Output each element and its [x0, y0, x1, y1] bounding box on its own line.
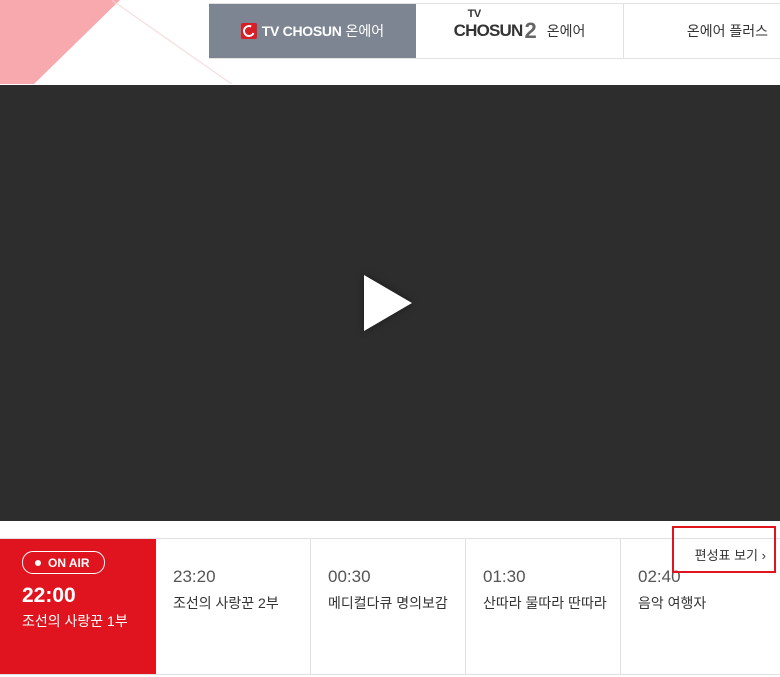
tab-label: 온에어 [345, 23, 385, 39]
slot-title: 조선의 사랑꾼 2부 [173, 595, 279, 611]
logo-name-text: CHOSUN [453, 21, 524, 40]
tv-chosun-logo-icon [240, 23, 257, 39]
play-icon[interactable] [364, 275, 412, 331]
tab-label: 온에어 플러스 [686, 23, 768, 39]
slot-title: 산따라 물따라 딴따라 [483, 595, 607, 611]
video-player[interactable] [0, 85, 780, 521]
broadcast-schedule: ON AIR 22:00 조선의 사랑꾼 1부 23:20 조선의 사랑꾼 2부… [0, 538, 780, 675]
slot-title: 음악 여행자 [638, 595, 707, 611]
tab-tv-chosun2-onair[interactable]: TV CHOSUN 2 온에어 [416, 4, 624, 58]
tab-tv-chosun-onair[interactable]: TV CHOSUN 온에어 [209, 4, 416, 58]
now-time: 22:00 [22, 584, 76, 607]
channel-tabs: TV CHOSUN 온에어 TV CHOSUN 2 온에어 온에어 플러스 [209, 3, 780, 59]
tab-onair-plus[interactable]: 온에어 플러스 [624, 4, 780, 58]
tab-label: 온에어 [546, 23, 586, 39]
on-air-badge: ON AIR [22, 551, 105, 574]
logo-number-text: 2 [524, 18, 537, 43]
now-title: 조선의 사랑꾼 1부 [22, 613, 128, 629]
tv-chosun2-brand: TV CHOSUN 2 온에어 [453, 8, 586, 43]
on-air-label: ON AIR [48, 555, 90, 570]
schedule-slot[interactable]: 00:30 메디컬다큐 명의보감 [311, 539, 466, 674]
schedule-now-slot[interactable]: ON AIR 22:00 조선의 사랑꾼 1부 [0, 539, 156, 674]
tv-chosun-brand: TV CHOSUN 온에어 [240, 21, 385, 41]
slot-time: 01:30 [483, 567, 526, 586]
schedule-slot[interactable]: 23:20 조선의 사랑꾼 2부 [156, 539, 311, 674]
chevron-right-icon: › [761, 548, 766, 563]
tv-chosun-brand-text: TV CHOSUN [261, 23, 342, 39]
slot-title: 메디컬다큐 명의보감 [328, 595, 448, 611]
view-schedule-link[interactable]: 편성표 보기 › [690, 543, 770, 566]
corner-decoration [0, 0, 120, 84]
view-schedule-label: 편성표 보기 [694, 548, 759, 563]
live-dot-icon [35, 559, 41, 566]
slot-time: 00:30 [328, 567, 371, 586]
slot-time: 23:20 [173, 567, 216, 586]
slot-time: 02:40 [638, 567, 681, 586]
schedule-slot[interactable]: 01:30 산따라 물따라 딴따라 [466, 539, 621, 674]
tv-chosun2-logo-icon: TV CHOSUN 2 [453, 8, 537, 43]
logo-tv-text: TV [467, 8, 482, 20]
